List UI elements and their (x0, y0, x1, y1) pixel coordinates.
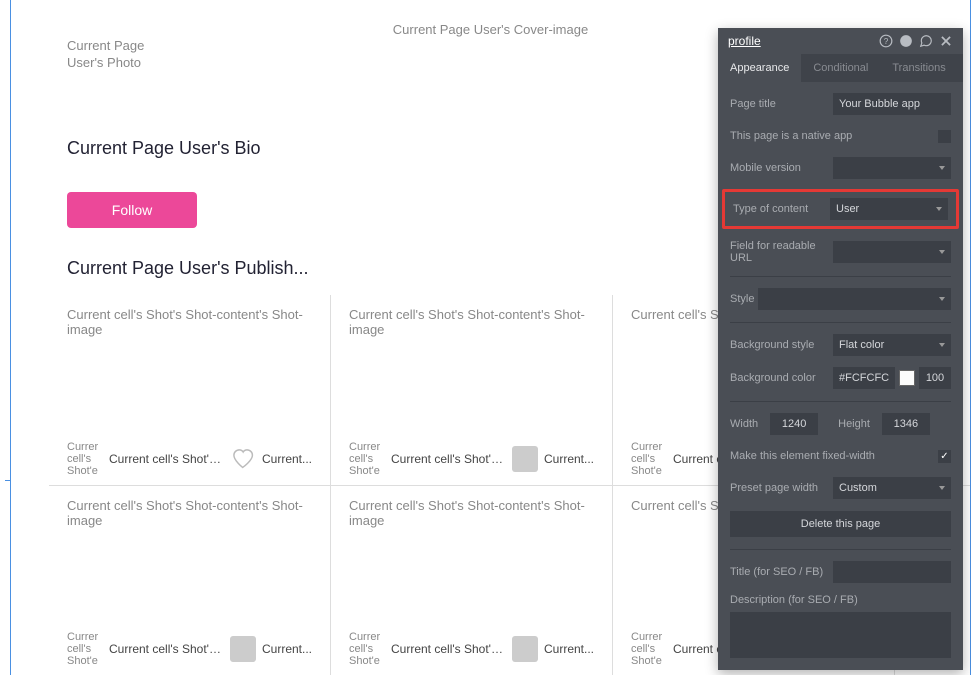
width-input[interactable] (770, 413, 818, 435)
shot-creator-label: Current cell's Shot's Cr... (391, 452, 506, 466)
grid-cell[interactable]: Current cell's Shot's Shot-content's Sho… (331, 486, 613, 675)
height-label: Height (838, 418, 870, 430)
shot-author-photo: Currer cell's Shot'e (631, 631, 667, 667)
type-of-content-label: Type of content (733, 203, 830, 215)
grid-cell[interactable]: Current cell's Shot's Shot-content's Sho… (49, 295, 331, 485)
shot-image-label: Current cell's Shot's Shot-content's Sho… (349, 307, 594, 337)
bg-style-label: Background style (730, 339, 833, 351)
seo-title-label: Title (for SEO / FB) (730, 566, 833, 578)
shot-creator-label: Current cell's Shot's Cr... (391, 642, 506, 656)
comment-icon[interactable] (919, 34, 933, 48)
style-select[interactable] (758, 288, 951, 310)
shot-author-photo: Currer cell's Shot'e (67, 441, 103, 477)
shot-author-photo: Currer cell's Shot'e (631, 441, 667, 477)
current-label: Current... (544, 452, 594, 466)
native-app-checkbox[interactable] (938, 130, 951, 143)
delete-page-button[interactable]: Delete this page (730, 511, 951, 537)
grid-cell[interactable]: Current cell's Shot's Shot-content's Sho… (49, 486, 331, 675)
tab-appearance[interactable]: Appearance (718, 54, 801, 82)
icon-placeholder[interactable] (512, 446, 538, 472)
shot-image-label: Current cell's Shot's Shot-content's Sho… (67, 307, 312, 337)
icon-placeholder[interactable] (512, 636, 538, 662)
readable-url-select[interactable] (833, 241, 951, 263)
bg-color-alpha[interactable]: 100 (919, 367, 951, 389)
fixed-width-label: Make this element fixed-width (730, 450, 938, 462)
preset-width-select[interactable]: Custom (833, 477, 951, 499)
heart-icon[interactable] (230, 446, 256, 472)
readable-url-label: Field for readable URL (730, 240, 833, 264)
publish-heading: Current Page User's Publish... (67, 258, 309, 279)
bio-heading: Current Page User's Bio (67, 138, 261, 159)
page-title-input[interactable] (833, 93, 951, 115)
tab-conditional[interactable]: Conditional (801, 54, 880, 82)
element-name[interactable]: profile (728, 34, 761, 48)
shot-author-photo: Currer cell's Shot'e (349, 631, 385, 667)
seo-desc-label: Description (for SEO / FB) (730, 594, 858, 606)
preset-width-label: Preset page width (730, 482, 833, 494)
mobile-version-select[interactable] (833, 157, 951, 179)
current-label: Current... (262, 642, 312, 656)
native-app-label: This page is a native app (730, 130, 938, 142)
help-icon[interactable]: ? (879, 34, 893, 48)
mobile-version-label: Mobile version (730, 162, 833, 174)
bg-style-select[interactable]: Flat color (833, 334, 951, 356)
seo-desc-input[interactable] (730, 612, 951, 658)
current-label: Current... (544, 642, 594, 656)
grid-cell[interactable]: Current cell's Shot's Shot-content's Sho… (331, 295, 613, 485)
property-editor[interactable]: profile ? Appearance Conditional Transit… (718, 28, 963, 670)
bg-color-swatch[interactable] (899, 370, 915, 386)
current-label: Current... (262, 452, 312, 466)
shot-author-photo: Currer cell's Shot'e (67, 631, 103, 667)
height-input[interactable] (882, 413, 930, 435)
close-icon[interactable] (939, 34, 953, 48)
page-title-label: Page title (730, 98, 833, 110)
info-icon[interactable] (899, 34, 913, 48)
bg-color-label: Background color (730, 372, 833, 384)
icon-placeholder[interactable] (230, 636, 256, 662)
width-label: Width (730, 418, 758, 430)
svg-text:?: ? (884, 37, 889, 46)
type-of-content-row: Type of content User (722, 189, 959, 229)
shot-image-label: Current cell's Shot's Shot-content's Sho… (349, 498, 594, 528)
type-of-content-select[interactable]: User (830, 198, 948, 220)
panel-tabs: Appearance Conditional Transitions (718, 54, 963, 82)
shot-creator-label: Current cell's Shot's Cr... (109, 452, 224, 466)
seo-title-input[interactable] (833, 561, 951, 583)
shot-image-label: Current cell's Shot's Shot-content's Sho… (67, 498, 312, 528)
shot-author-photo: Currer cell's Shot'e (349, 441, 385, 477)
bg-color-hex[interactable]: #FCFCFC (833, 367, 895, 389)
shot-creator-label: Current cell's Shot's Cr... (109, 642, 224, 656)
fixed-width-checkbox[interactable] (938, 450, 951, 463)
tab-transitions[interactable]: Transitions (880, 54, 957, 82)
follow-button[interactable]: Follow (67, 192, 197, 228)
user-photo-placeholder: Current Page User's Photo (67, 38, 177, 72)
style-label: Style (730, 293, 758, 305)
